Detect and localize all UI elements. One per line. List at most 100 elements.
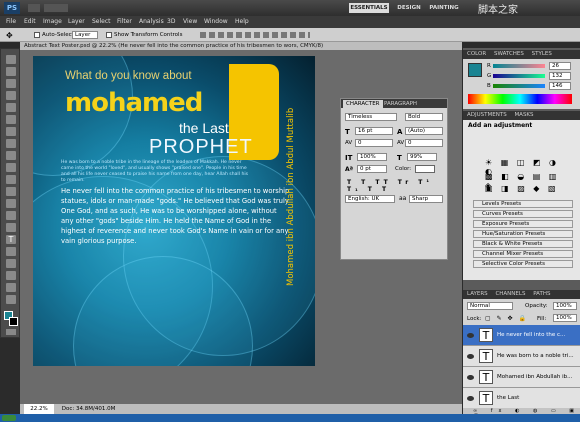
- red-value-field[interactable]: 26: [549, 62, 571, 70]
- baseline-shift-field[interactable]: 0 pt: [357, 165, 387, 173]
- dodge-tool-icon[interactable]: [6, 211, 16, 220]
- healing-tool-icon[interactable]: [6, 127, 16, 136]
- font-style-select[interactable]: Bold: [405, 113, 443, 121]
- shape-tool-icon[interactable]: [6, 259, 16, 268]
- tab-masks[interactable]: MASKS: [514, 112, 533, 118]
- leading-field[interactable]: (Auto): [405, 127, 443, 135]
- fill-field[interactable]: 100%: [553, 314, 577, 322]
- menu-file[interactable]: File: [6, 18, 16, 25]
- auto-select-checkbox[interactable]: [34, 32, 40, 38]
- quick-mask-icon[interactable]: [6, 329, 16, 335]
- menu-filter[interactable]: Filter: [117, 18, 132, 25]
- stamp-tool-icon[interactable]: [6, 151, 16, 160]
- adjustment-icons-row1[interactable]: ☀ ▦ ◫ ◩ ◑ ◐: [485, 158, 565, 176]
- zoom-tool-icon[interactable]: [6, 295, 16, 304]
- menu-layer[interactable]: Layer: [68, 18, 85, 25]
- kerning-field[interactable]: 0: [355, 139, 393, 147]
- poster-canvas[interactable]: What do you know about mohamed the Last …: [33, 56, 315, 366]
- workspace-essentials[interactable]: ESSENTIALS: [349, 3, 389, 13]
- eye-icon[interactable]: [467, 396, 474, 401]
- preset-hue-saturation[interactable]: Hue/Saturation Presets: [473, 230, 573, 238]
- lasso-tool-icon[interactable]: [6, 79, 16, 88]
- zoom-select[interactable]: [44, 4, 68, 12]
- type-style-buttons[interactable]: T T TT Tr T¹ T₁ T T: [347, 179, 443, 193]
- adjustment-icons-row3[interactable]: ▣ ◨ ▨ ◆ ▧: [485, 184, 565, 193]
- preset-channel-mixer[interactable]: Channel Mixer Presets: [473, 250, 573, 258]
- adjustment-icons-row2[interactable]: ▩ ◧ ◒ ▤ ▥ ◈: [485, 172, 565, 190]
- gradient-tool-icon[interactable]: [6, 187, 16, 196]
- history-brush-tool-icon[interactable]: [6, 163, 16, 172]
- auto-select-dropdown[interactable]: Layer: [72, 31, 98, 39]
- menu-view[interactable]: View: [183, 18, 197, 25]
- tab-character[interactable]: CHARACTER: [343, 100, 383, 108]
- layer-row[interactable]: T He was born to a noble tri...: [463, 346, 580, 367]
- layer-row[interactable]: T He never fell into the c...: [463, 325, 580, 346]
- text-color-swatch[interactable]: [415, 165, 435, 173]
- preset-curves[interactable]: Curves Presets: [473, 210, 573, 218]
- blue-value-field[interactable]: 146: [549, 82, 571, 90]
- tab-paths[interactable]: PATHS: [533, 291, 550, 297]
- layer-row[interactable]: T Mohamed ibn Abdullah ib...: [463, 367, 580, 388]
- transform-checkbox[interactable]: [106, 32, 112, 38]
- layer-row[interactable]: T the Last: [463, 388, 580, 409]
- tab-color[interactable]: COLOR: [467, 51, 486, 57]
- blue-slider[interactable]: [493, 84, 545, 88]
- horizontal-scale-field[interactable]: 99%: [407, 153, 437, 161]
- tracking-field[interactable]: 0: [405, 139, 443, 147]
- menu-analysis[interactable]: Analysis: [139, 18, 164, 25]
- menu-edit[interactable]: Edit: [24, 18, 36, 25]
- bridge-button[interactable]: [28, 4, 40, 12]
- green-value-field[interactable]: 132: [549, 72, 571, 80]
- eye-icon[interactable]: [467, 375, 474, 380]
- blend-mode-select[interactable]: Normal: [467, 302, 513, 310]
- preset-exposure[interactable]: Exposure Presets: [473, 220, 573, 228]
- menu-help[interactable]: Help: [235, 18, 249, 25]
- quick-select-tool-icon[interactable]: [6, 91, 16, 100]
- background-color-swatch[interactable]: [9, 317, 18, 326]
- tab-styles[interactable]: STYLES: [532, 51, 552, 57]
- brush-tool-icon[interactable]: [6, 139, 16, 148]
- workspace-painting[interactable]: PAINTING: [427, 3, 461, 13]
- eraser-tool-icon[interactable]: [6, 175, 16, 184]
- color-spectrum-bar[interactable]: [468, 94, 572, 104]
- zoom-readout[interactable]: 22.2%: [24, 404, 54, 414]
- preset-black-white[interactable]: Black & White Presets: [473, 240, 573, 248]
- eyedropper-tool-icon[interactable]: [6, 115, 16, 124]
- vertical-scale-field[interactable]: 100%: [357, 153, 387, 161]
- align-icons[interactable]: [200, 32, 310, 38]
- tab-paragraph[interactable]: PARAGRAPH: [381, 100, 420, 108]
- language-select[interactable]: English: UK: [345, 195, 395, 203]
- tab-adjustments[interactable]: ADJUSTMENTS: [467, 112, 507, 118]
- font-family-select[interactable]: Timeless: [345, 113, 397, 121]
- opacity-field[interactable]: 100%: [553, 302, 577, 310]
- path-select-tool-icon[interactable]: [6, 247, 16, 256]
- eye-icon[interactable]: [467, 333, 474, 338]
- lock-icons[interactable]: ▢ ✎ ✥ 🔒: [485, 315, 528, 322]
- tab-swatches[interactable]: SWATCHES: [494, 51, 524, 57]
- hand-tool-icon[interactable]: [6, 283, 16, 292]
- tab-layers[interactable]: LAYERS: [467, 291, 488, 297]
- menu-window[interactable]: Window: [204, 18, 228, 25]
- 3d-rotate-tool-icon[interactable]: [6, 271, 16, 280]
- font-size-field[interactable]: 16 pt: [355, 127, 393, 135]
- tab-channels[interactable]: CHANNELS: [495, 291, 525, 297]
- blur-tool-icon[interactable]: [6, 199, 16, 208]
- preset-selective-color[interactable]: Selective Color Presets: [473, 260, 573, 268]
- crop-tool-icon[interactable]: [6, 103, 16, 112]
- antialias-select[interactable]: Sharp: [409, 195, 443, 203]
- pen-tool-icon[interactable]: [6, 223, 16, 232]
- preset-levels[interactable]: Levels Presets: [473, 200, 573, 208]
- workspace-design[interactable]: DESIGN: [394, 3, 424, 13]
- menu-image[interactable]: Image: [43, 18, 62, 25]
- move-tool-icon[interactable]: ✥: [6, 31, 13, 40]
- type-tool-icon[interactable]: T: [6, 235, 16, 244]
- start-button[interactable]: [2, 415, 16, 421]
- move-tool-icon[interactable]: [6, 55, 16, 64]
- eye-icon[interactable]: [467, 354, 474, 359]
- menu-3d[interactable]: 3D: [167, 18, 175, 25]
- foreground-color-preview[interactable]: [468, 63, 482, 77]
- red-slider[interactable]: [493, 64, 545, 68]
- marquee-tool-icon[interactable]: [6, 67, 16, 76]
- green-slider[interactable]: [493, 74, 545, 78]
- menu-select[interactable]: Select: [92, 18, 111, 25]
